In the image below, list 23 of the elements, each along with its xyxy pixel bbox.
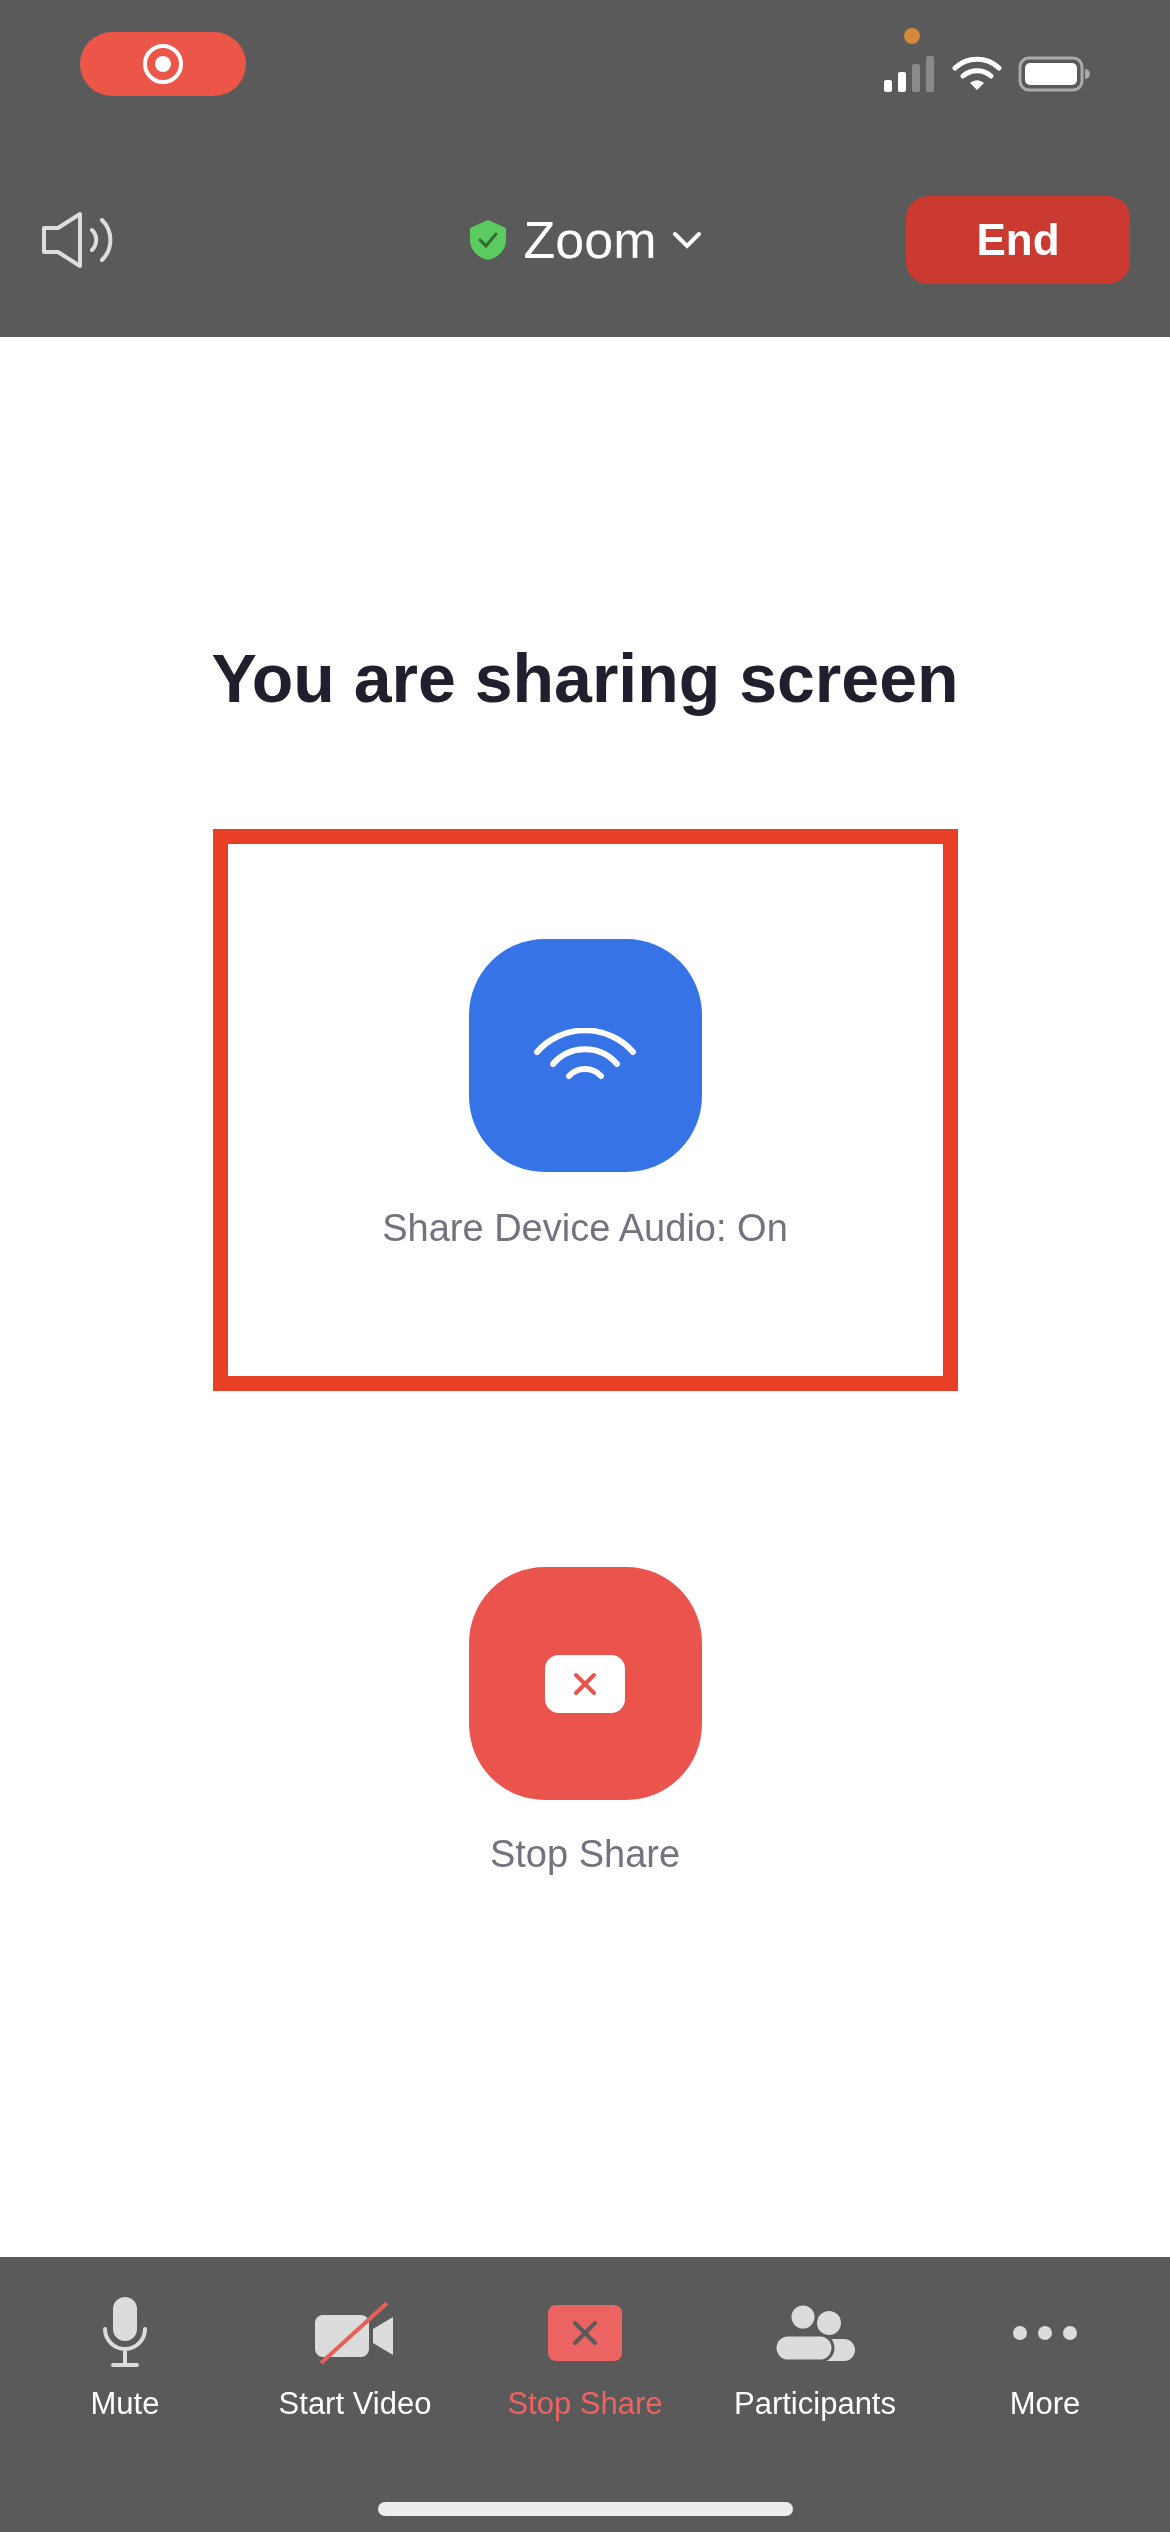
- toolbar-button[interactable]: Mute: [15, 2297, 235, 2428]
- meeting-title[interactable]: Zoom: [523, 200, 657, 279]
- video-off-icon: [315, 2301, 395, 2365]
- wifi-icon: [952, 56, 1002, 92]
- speaker-icon[interactable]: [40, 209, 114, 270]
- battery-icon: [1018, 56, 1090, 92]
- sharing-heading: You are sharing screen: [211, 639, 959, 718]
- toolbar-button[interactable]: Start Video: [245, 2297, 465, 2428]
- toolbar-button[interactable]: Participants: [705, 2297, 925, 2428]
- toolbar-button[interactable]: More: [935, 2297, 1155, 2428]
- stop-share-icon: [548, 2305, 622, 2361]
- stop-share-button[interactable]: [468, 1567, 702, 1800]
- share-audio-button[interactable]: [468, 939, 702, 1172]
- end-button[interactable]: End: [906, 195, 1130, 284]
- stop-share-label: Stop Share: [489, 1832, 681, 1877]
- signal-icon: [884, 56, 936, 92]
- chevron-down-icon[interactable]: [672, 229, 703, 250]
- people-icon: [775, 2303, 855, 2363]
- more-icon: [1012, 2325, 1078, 2341]
- microphone-icon: [101, 2297, 149, 2369]
- shield-check-icon: [467, 217, 508, 262]
- share-audio-label: Share Device Audio: On: [382, 1206, 788, 1251]
- stop-share-icon: [545, 1654, 625, 1713]
